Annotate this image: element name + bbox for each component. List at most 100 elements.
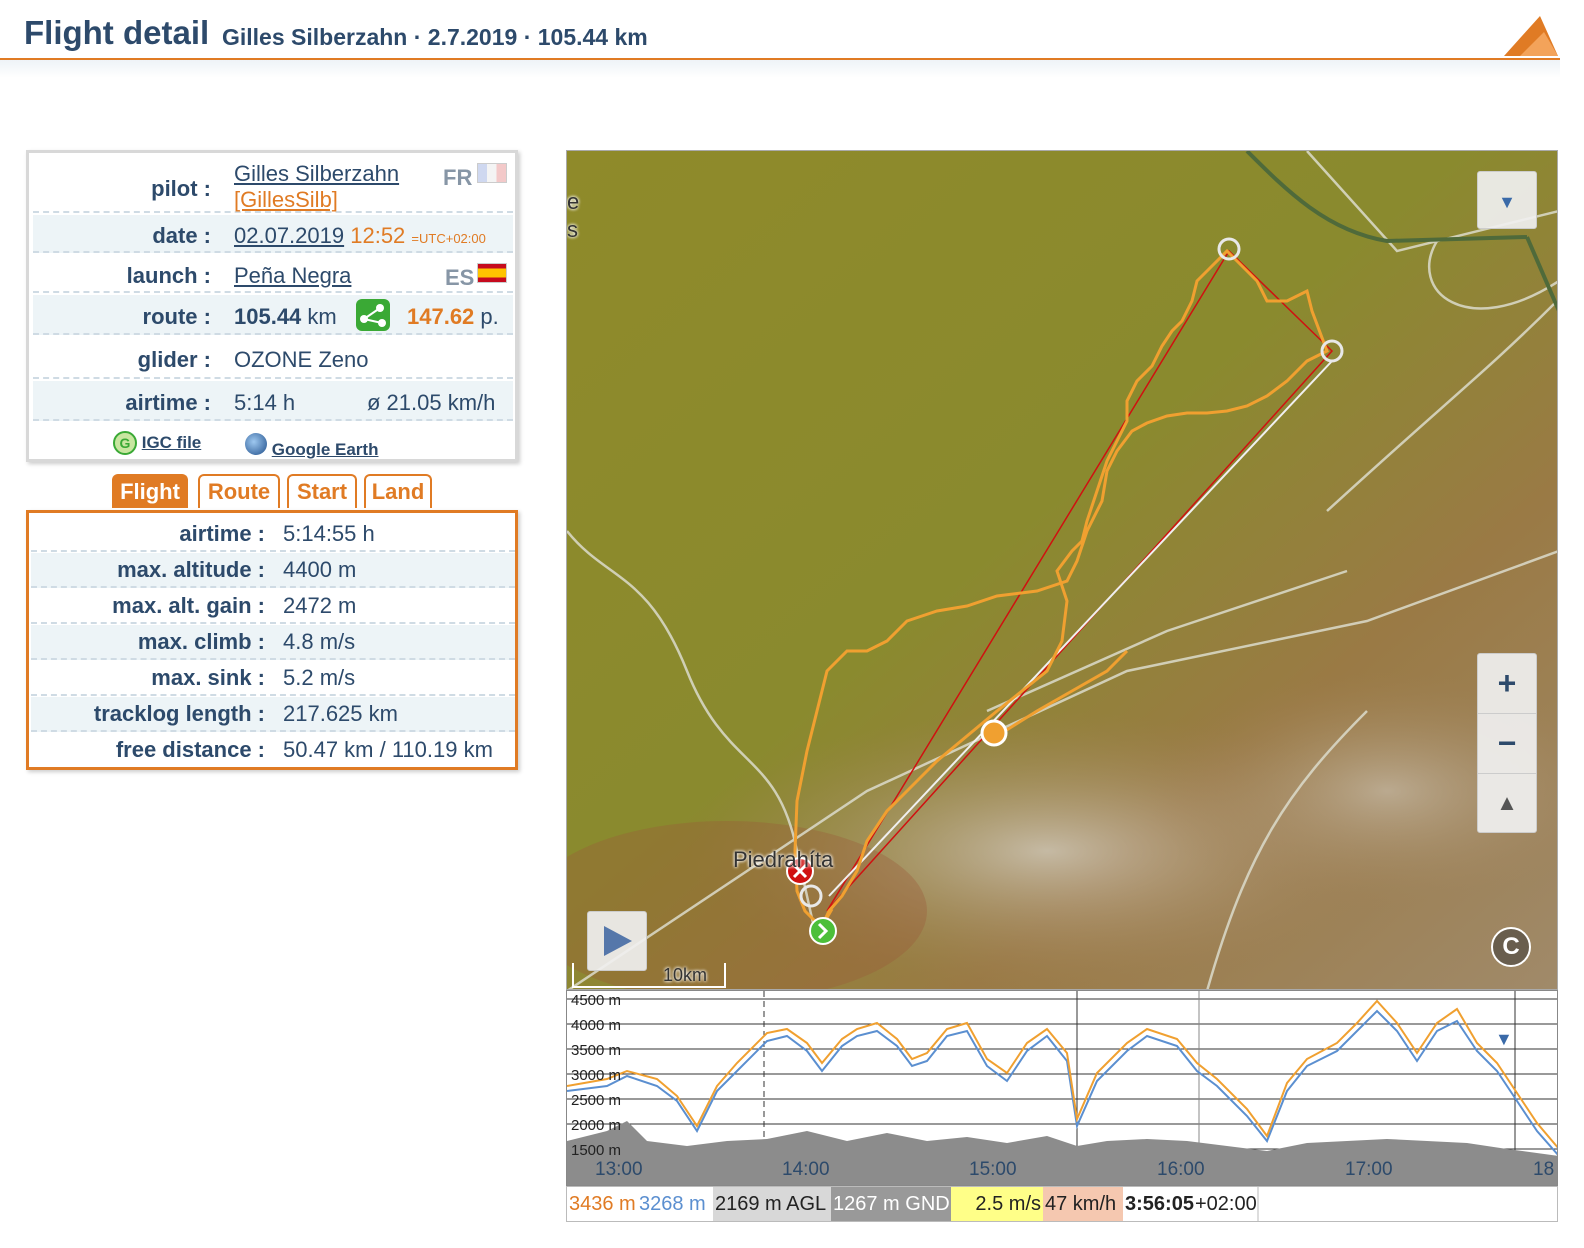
route-unit: km — [307, 304, 337, 329]
tab-start[interactable]: Start — [287, 474, 357, 508]
stat-row: max. altitude : 4400 m — [31, 553, 515, 588]
glider-label: glider : — [137, 347, 211, 372]
agl-altitude: 2169 m AGL — [713, 1187, 831, 1221]
info-row-airtime: airtime : 5:14 h ø 21.05 km/h — [33, 381, 513, 421]
place-label: Piedrahíta — [733, 847, 834, 872]
pilot-name-link[interactable]: Gilles Silberzahn — [234, 161, 399, 187]
route-label: route : — [142, 304, 211, 329]
vario-value: 2.5 m/s — [951, 1187, 1043, 1221]
x-tick-label: 13:00 — [595, 1159, 643, 1180]
ground-speed: 47 km/h — [1043, 1187, 1123, 1221]
play-button[interactable] — [587, 911, 647, 971]
date-link[interactable]: 02.07.2019 — [234, 223, 344, 248]
stat-row: airtime : 5:14:55 h — [31, 517, 515, 552]
ground-altitude: 1267 m GND — [831, 1187, 951, 1221]
current-time: 3:56:05 — [1125, 1193, 1194, 1215]
stat-value: 50.47 km / 110.19 km — [283, 737, 493, 762]
stat-label: max. altitude : — [117, 557, 265, 582]
stat-label: max. alt. gain : — [112, 593, 265, 618]
stat-row: max. climb : 4.8 m/s — [31, 625, 515, 660]
route-distance: 105.44 — [234, 304, 302, 329]
page-header: Flight detail Gilles Silberzahn · 2.7.20… — [0, 0, 1560, 60]
flight-stats-card: airtime : 5:14:55 h max. altitude : 4400 m… — [26, 510, 518, 770]
tab-land[interactable]: Land — [364, 474, 432, 508]
status-divider — [1257, 1187, 1259, 1221]
y-tick-label: 2000 m — [571, 1117, 621, 1134]
globe-icon — [245, 433, 267, 455]
site-logo-icon[interactable] — [1500, 14, 1560, 58]
igc-file-link[interactable]: G IGC file — [113, 431, 201, 455]
x-tick-label: 18 — [1533, 1159, 1554, 1180]
gps-altitude: 3436 m — [569, 1193, 636, 1215]
takeoff-marker-icon[interactable] — [809, 917, 837, 945]
pilot-country-code: FR — [443, 165, 473, 190]
current-position-marker[interactable] — [980, 719, 1008, 747]
baro-altitude: 3268 m — [639, 1193, 706, 1215]
zoom-in-button[interactable]: + — [1478, 654, 1536, 714]
stat-value: 4.8 m/s — [283, 629, 356, 654]
route-type-icon[interactable] — [356, 299, 390, 331]
map-layers-dropdown[interactable]: ▼ — [1477, 171, 1537, 229]
points-unit: p. — [480, 304, 499, 329]
stat-row: max. alt. gain : 2472 m — [31, 589, 515, 624]
y-tick-label: 4000 m — [571, 1017, 621, 1034]
y-tick-label: 2500 m — [571, 1092, 621, 1109]
france-flag-icon — [477, 163, 507, 183]
stat-value: 5.2 m/s — [283, 665, 356, 690]
page-title: Flight detail — [24, 14, 210, 51]
launch-label: launch : — [126, 263, 211, 288]
copyright-button[interactable]: C — [1491, 927, 1531, 967]
spain-flag-icon — [477, 263, 507, 283]
stat-label: free distance : — [115, 737, 265, 762]
stat-value: 217.625 km — [283, 701, 398, 726]
date-label: date : — [152, 223, 211, 248]
info-row-launch: launch : Peña Negra ES — [33, 255, 513, 293]
stat-label: max. climb : — [137, 629, 265, 654]
y-tick-label: 1500 m — [571, 1142, 621, 1159]
info-row-route: route : 105.44 km 147.62 p. — [33, 295, 513, 335]
airtime-label: airtime : — [125, 390, 211, 415]
profile-options-chevron-icon[interactable]: ▼ — [1495, 1029, 1513, 1050]
x-tick-label: 16:00 — [1157, 1159, 1205, 1180]
pilot-label: pilot : — [151, 176, 211, 201]
y-tick-label: 3500 m — [571, 1042, 621, 1059]
info-row-date: date : 02.07.2019 12:52 =UTC+02:00 — [33, 215, 513, 253]
compass-button[interactable]: ▲ — [1478, 774, 1536, 832]
y-tick-label: 4500 m — [571, 992, 621, 1009]
timezone: +02:00 — [1195, 1193, 1257, 1215]
airtime-value: 5:14 h — [234, 390, 296, 415]
map-edge-text-1: e — [567, 189, 580, 214]
stat-value: 2472 m — [283, 593, 357, 618]
x-tick-label: 14:00 — [782, 1159, 830, 1180]
pilot-nick-link[interactable]: [GillesSilb] — [234, 187, 338, 213]
map-edge-text-2: s — [567, 217, 578, 242]
tab-flight[interactable]: Flight — [112, 474, 188, 508]
chevron-down-icon: ▼ — [1498, 192, 1516, 212]
glider-model: OZONE Zeno — [234, 347, 369, 372]
altitude-profile-chart[interactable]: 4500 m 4000 m 3500 m 3000 m 2500 m 2000 … — [566, 990, 1558, 1186]
header-shadow — [0, 60, 1560, 78]
stat-label: airtime : — [179, 521, 265, 546]
stat-row: free distance : 50.47 km / 110.19 km — [31, 733, 515, 768]
status-bar: 3436 m 3268 m 2169 m AGL 1267 m GND 2.5 … — [566, 1186, 1558, 1222]
zoom-controls: + − ▲ — [1477, 653, 1537, 833]
utc-offset: =UTC+02:00 — [411, 231, 486, 246]
zoom-out-button[interactable]: − — [1478, 714, 1536, 774]
flight-info-card: pilot : Gilles Silberzahn [GillesSilb] F… — [26, 150, 518, 462]
page-subtitle: Gilles Silberzahn · 2.7.2019 · 105.44 km — [222, 24, 648, 50]
stat-row: max. sink : 5.2 m/s — [31, 661, 515, 696]
flight-map[interactable]: Piedrahíta 10km e s ▼ + − ▲ C — [566, 150, 1558, 990]
map-canvas[interactable] — [567, 151, 1558, 990]
stat-label: tracklog length : — [93, 701, 265, 726]
average-speed: ø 21.05 km/h — [367, 390, 496, 415]
x-tick-label: 15:00 — [969, 1159, 1017, 1180]
launch-site-link[interactable]: Peña Negra — [234, 263, 351, 289]
route-points: 147.62 — [407, 304, 475, 329]
x-tick-label: 17:00 — [1345, 1159, 1393, 1180]
stat-value: 5:14:55 h — [283, 521, 375, 546]
stat-value: 4400 m — [283, 557, 357, 582]
tab-route[interactable]: Route — [198, 474, 280, 508]
google-earth-link[interactable]: Google Earth — [245, 433, 378, 460]
profile-canvas[interactable]: 4500 m 4000 m 3500 m 3000 m 2500 m 2000 … — [567, 991, 1558, 1186]
stat-row: tracklog length : 217.625 km — [31, 697, 515, 732]
